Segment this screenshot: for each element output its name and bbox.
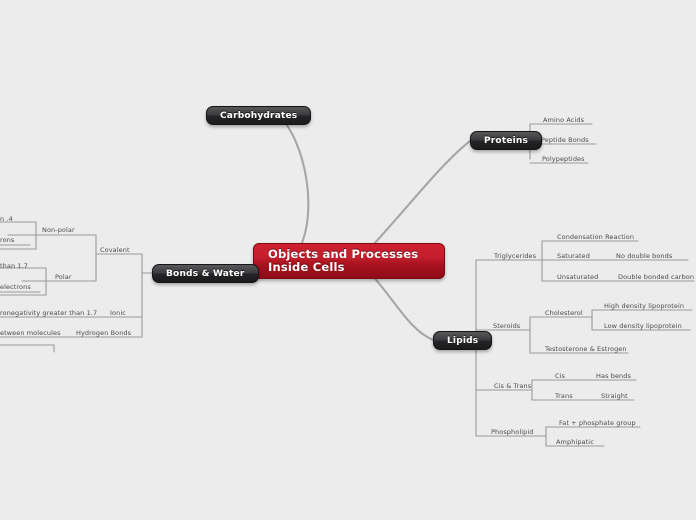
leaf-phospholipid[interactable]: Phospholipid (491, 428, 534, 436)
branch-node-lipids[interactable]: Lipids (433, 331, 493, 350)
leaf-low-density-lipoprotein[interactable]: Low density lipoprotein (604, 322, 682, 330)
leaf-non-polar[interactable]: Non-polar (42, 226, 75, 234)
leaf-unsaturated-detail[interactable]: Double bonded carbon (618, 273, 694, 281)
leaf-polar-detail-top[interactable]: than 1.7 (0, 262, 28, 270)
leaf-non-polar-detail-top[interactable]: n .4 (0, 215, 13, 223)
box-hydrogen-detail (0, 344, 55, 353)
leaf-unsaturated[interactable]: Unsaturated (557, 273, 598, 281)
leaf-polar[interactable]: Polar (55, 273, 72, 281)
leaf-hydrogen-bonds-detail[interactable]: etween molecules (0, 329, 61, 337)
leaf-triglycerides[interactable]: Triglycerides (494, 252, 536, 260)
link-root-lipids (370, 273, 435, 342)
leaf-steroids[interactable]: Steroids (493, 322, 520, 330)
branch-node-bonds-water[interactable]: Bonds & Water (152, 264, 259, 283)
branch-label-proteins: Proteins (484, 135, 529, 146)
leaf-polar-detail-bottom[interactable]: electrons (0, 283, 31, 291)
leaf-high-density-lipoprotein[interactable]: High density lipoprotein (604, 302, 684, 310)
leaf-peptide-bonds[interactable]: Peptide Bonds (541, 136, 589, 144)
root-node-label: Objects and Processes Inside Cells (268, 247, 419, 274)
leaf-testosterone-estrogen[interactable]: Testosterone & Estrogen (545, 345, 627, 353)
root-node[interactable]: Objects and Processes Inside Cells (253, 243, 445, 279)
branch-node-carbohydrates[interactable]: Carbohydrates (206, 106, 312, 125)
leaf-amino-acids[interactable]: Amino Acids (543, 116, 584, 124)
leaf-fat-phosphate-group[interactable]: Fat + phosphate group (559, 419, 636, 427)
leaf-non-polar-detail-bottom[interactable]: rons (0, 236, 14, 244)
branch-label-carbohydrates: Carbohydrates (220, 110, 298, 121)
branch-node-proteins[interactable]: Proteins (470, 131, 543, 150)
leaf-covalent[interactable]: Covalent (100, 246, 130, 254)
link-root-carbohydrates (277, 114, 310, 255)
leaf-trans[interactable]: Trans (555, 392, 573, 400)
leaf-ionic[interactable]: Ionic (110, 309, 126, 317)
leaf-polypeptides[interactable]: Polypeptides (542, 155, 585, 163)
leaf-trans-detail[interactable]: Straight (601, 392, 628, 400)
leaf-ionic-detail[interactable]: ronegativity greater than 1.7 (0, 309, 97, 317)
leaf-cis[interactable]: Cis (555, 372, 565, 380)
leaf-cis-trans[interactable]: Cis & Trans (494, 382, 531, 390)
leaf-hydrogen-bonds[interactable]: Hydrogen Bonds (76, 329, 131, 337)
leaf-amphipatic[interactable]: Amphipatic (556, 438, 594, 446)
leaf-cis-detail[interactable]: Has bends (596, 372, 631, 380)
leaf-cholesterol[interactable]: Cholesterol (545, 309, 583, 317)
leaf-saturated[interactable]: Saturated (557, 252, 590, 260)
mindmap-canvas: Objects and Processes Inside Cells Carbo… (0, 0, 696, 520)
leaf-saturated-detail[interactable]: No double bonds (616, 252, 672, 260)
branch-label-bonds-water: Bonds & Water (166, 268, 245, 279)
branch-label-lipids: Lipids (447, 335, 479, 346)
leaf-condensation-reaction[interactable]: Condensation Reaction (557, 233, 634, 241)
link-root-proteins (370, 139, 472, 248)
